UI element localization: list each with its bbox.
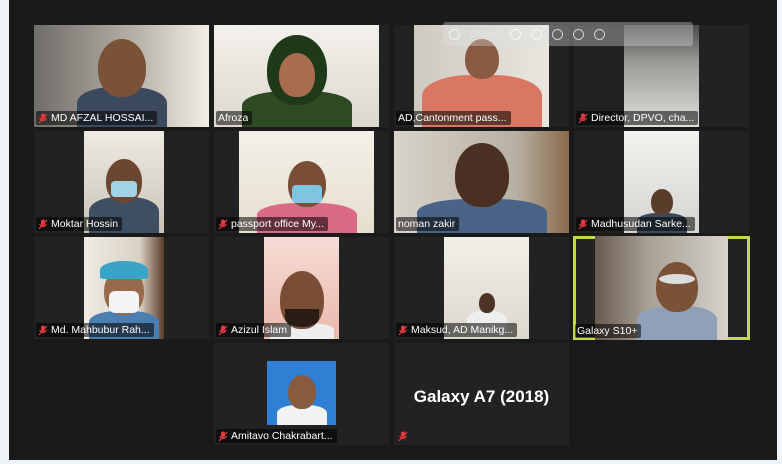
floating-toolbar[interactable]: English [443,22,693,46]
participant-label: Amitavo Chakrabart... [216,429,337,443]
participant-tile[interactable]: Galaxy A7 (2018) [394,343,569,445]
active-speaker-tile[interactable]: Galaxy S10+ [573,236,750,340]
participant-name: Director, DPVO, cha... [591,112,695,124]
participant-label: noman zakir [396,217,460,231]
language-label[interactable]: English [470,29,500,39]
participant-name: noman zakir [398,218,456,230]
participant-label: passport office My... [216,217,328,231]
participant-label: Afroza [216,111,253,125]
video-grid: MD AFZAL HOSSAI... Afroza AD,Cantonment … [9,0,777,460]
participant-name: MD AFZAL HOSSAI... [51,112,154,124]
muted-mic-icon [38,219,48,229]
power-icon[interactable] [593,28,605,40]
participant-tile[interactable]: Moktar Hossin [34,131,209,233]
participant-label: Moktar Hossin [36,217,123,231]
participant-tile[interactable]: Maksud, AD Manikg... [394,237,569,339]
participant-label: Galaxy S10+ [575,324,642,338]
participant-name: Maksud, AD Manikg... [411,324,514,336]
participant-label: Md. Mahbubur Rah... [36,323,154,337]
globe-icon[interactable] [449,28,460,40]
record-icon[interactable] [551,28,563,40]
participant-tile[interactable]: Madhusudan Sarke... [574,131,749,233]
help-icon[interactable] [572,28,584,40]
participant-label: Director, DPVO, cha... [576,111,699,125]
share-icon[interactable] [530,28,542,40]
participant-label: AD,Cantonment pass... [396,111,511,125]
participant-video [267,361,336,425]
participant-name: passport office My... [231,218,324,230]
participant-name: Galaxy S10+ [577,325,638,337]
participant-label: Azizul Islam [216,323,292,337]
participant-label: MD AFZAL HOSSAI... [36,111,158,125]
participant-label: Madhusudan Sarke... [576,217,695,231]
participant-name: AD,Cantonment pass... [398,112,507,124]
muted-mic-icon [218,219,228,229]
participant-name: Azizul Islam [231,324,288,336]
muted-mic-icon [398,325,408,335]
participant-label [396,430,412,443]
muted-mic-icon [398,431,408,442]
muted-mic-icon [218,325,228,335]
participant-label: Maksud, AD Manikg... [396,323,518,337]
participant-tile[interactable]: Amitavo Chakrabart... [214,343,389,445]
participant-tile[interactable]: Md. Mahbubur Rah... [34,237,209,339]
participant-tile[interactable]: Azizul Islam [214,237,389,339]
participant-tile[interactable]: noman zakir [394,131,569,233]
participant-tile[interactable]: Afroza [214,25,389,127]
muted-mic-icon [38,113,48,123]
participant-name: Moktar Hossin [51,218,119,230]
muted-mic-icon [38,325,48,335]
settings-icon[interactable] [509,28,521,40]
muted-mic-icon [578,113,588,123]
participant-tile[interactable]: passport office My... [214,131,389,233]
muted-mic-icon [218,431,228,441]
participant-name: Md. Mahbubur Rah... [51,324,150,336]
participant-name: Afroza [218,112,249,124]
participant-name: Amitavo Chakrabart... [231,430,333,442]
participant-tile[interactable]: MD AFZAL HOSSAI... [34,25,209,127]
participant-name: Madhusudan Sarke... [591,218,691,230]
participant-display-name: Galaxy A7 (2018) [413,387,550,406]
muted-mic-icon [578,219,588,229]
